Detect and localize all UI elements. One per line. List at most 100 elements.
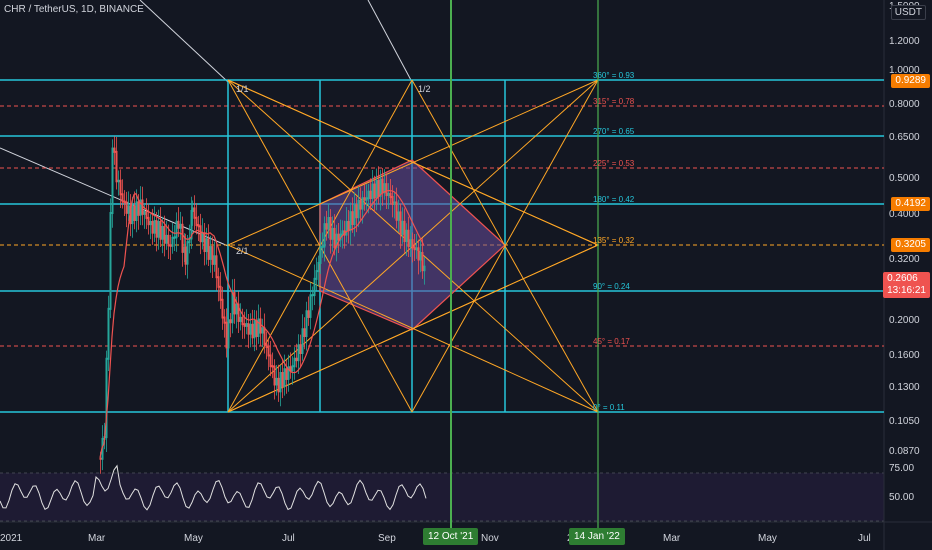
date-tag-oct: 12 Oct '21: [423, 528, 479, 545]
time-label: Jul: [858, 533, 871, 544]
candle-body: [423, 265, 426, 272]
currency-unit-button[interactable]: USDT: [890, 5, 926, 20]
candle-body: [229, 319, 232, 324]
price-tag-top: 0.9289: [891, 74, 930, 88]
candle-body: [199, 225, 202, 243]
candle-body: [303, 328, 306, 337]
chart-canvas[interactable]: 1/1 1/2 2/1 360° = 0.93 315° = 0.78 270°…: [0, 0, 932, 550]
candle-body: [259, 318, 262, 334]
candle-body: [113, 147, 116, 153]
candle-body: [399, 211, 402, 235]
ratio-label-2-1: 2/1: [236, 246, 249, 256]
degree-label: 360° = 0.93: [593, 71, 635, 80]
candle-body: [207, 238, 210, 260]
candle-body: [353, 204, 356, 225]
degree-label: 315° = 0.78: [593, 97, 635, 106]
candle-body: [321, 245, 324, 249]
candle-body: [137, 201, 140, 216]
candle-body: [403, 220, 406, 242]
candle-body: [147, 216, 150, 226]
candle-body: [421, 251, 424, 272]
candle-body: [371, 183, 374, 200]
rsi-tick: 75.00: [889, 463, 914, 474]
candle-body: [401, 220, 404, 235]
candle-body: [267, 345, 270, 357]
bar-countdown: 13:16:21: [887, 285, 926, 296]
candle-body: [415, 247, 418, 251]
price-tick: 0.5000: [889, 173, 920, 184]
candle-body: [145, 211, 148, 219]
price-tick: 0.1300: [889, 382, 920, 393]
candle-body: [249, 323, 252, 335]
candle-body: [165, 234, 168, 244]
candle-body: [381, 178, 384, 194]
price-tick: 0.2000: [889, 315, 920, 326]
price-tick: 0.6500: [889, 132, 920, 143]
candle-body: [215, 255, 218, 279]
candle-body: [409, 239, 412, 248]
candle-body: [407, 229, 410, 248]
candle-body: [285, 368, 288, 380]
degree-label: 225° = 0.53: [593, 159, 635, 168]
candle-body: [197, 224, 200, 228]
candle-body: [119, 179, 122, 196]
candle-body: [307, 310, 310, 318]
candle-body: [219, 285, 222, 301]
candle-body: [181, 223, 184, 253]
price-tick: 0.8000: [889, 99, 920, 110]
price-tick: 1.2000: [889, 36, 920, 47]
candle-body: [263, 327, 266, 346]
last-price: 0.2606: [887, 273, 918, 284]
time-label: 2021: [0, 533, 23, 544]
candle-body: [395, 201, 398, 221]
candle-body: [203, 232, 206, 253]
price-tick: 0.3200: [889, 254, 920, 265]
candle-body: [133, 205, 136, 221]
candle-body: [331, 227, 334, 240]
ratio-label-1-2: 1/2: [418, 84, 431, 94]
candle-body: [419, 251, 422, 261]
candle-body: [317, 261, 320, 273]
candle-body: [211, 246, 214, 265]
candle-body: [351, 211, 354, 225]
candle-body: [313, 277, 316, 297]
candle-body: [397, 211, 400, 221]
candle-body: [217, 276, 220, 288]
date-tag-jan: 14 Jan '22: [569, 528, 625, 545]
candle-body: [357, 199, 360, 219]
price-tag-upper: 0.4192: [891, 197, 930, 211]
candle-body: [319, 246, 322, 264]
time-label: Sep: [378, 533, 396, 544]
candle-body: [245, 323, 248, 327]
degree-label: 270° = 0.65: [593, 127, 635, 136]
candle-body: [297, 344, 300, 362]
candle-body: [359, 199, 362, 210]
candle-body: [157, 221, 160, 238]
rsi-tick: 50.00: [889, 492, 914, 503]
time-label: Mar: [88, 533, 106, 544]
candle-body: [349, 211, 352, 232]
candle-body: [231, 292, 234, 324]
candle-body: [99, 457, 102, 460]
candle-body: [329, 217, 332, 240]
candle-body: [373, 183, 376, 199]
candle-body: [385, 183, 388, 197]
candle-body: [275, 377, 278, 386]
candle-body: [167, 234, 170, 247]
candle-body: [323, 223, 326, 248]
candle-body: [173, 236, 176, 239]
candle-body: [131, 205, 134, 225]
candle-body: [235, 303, 238, 315]
candle-body: [177, 220, 180, 229]
candle-body: [171, 236, 174, 247]
candle-body: [159, 221, 162, 240]
candle-body: [417, 247, 420, 261]
candle-body: [193, 207, 196, 219]
candle-body: [261, 327, 264, 334]
candle-body: [361, 197, 364, 210]
candle-body: [161, 226, 164, 240]
candle-body: [247, 323, 250, 335]
candle-body: [121, 193, 124, 203]
candle-body: [333, 227, 336, 248]
candle-body: [279, 372, 282, 393]
